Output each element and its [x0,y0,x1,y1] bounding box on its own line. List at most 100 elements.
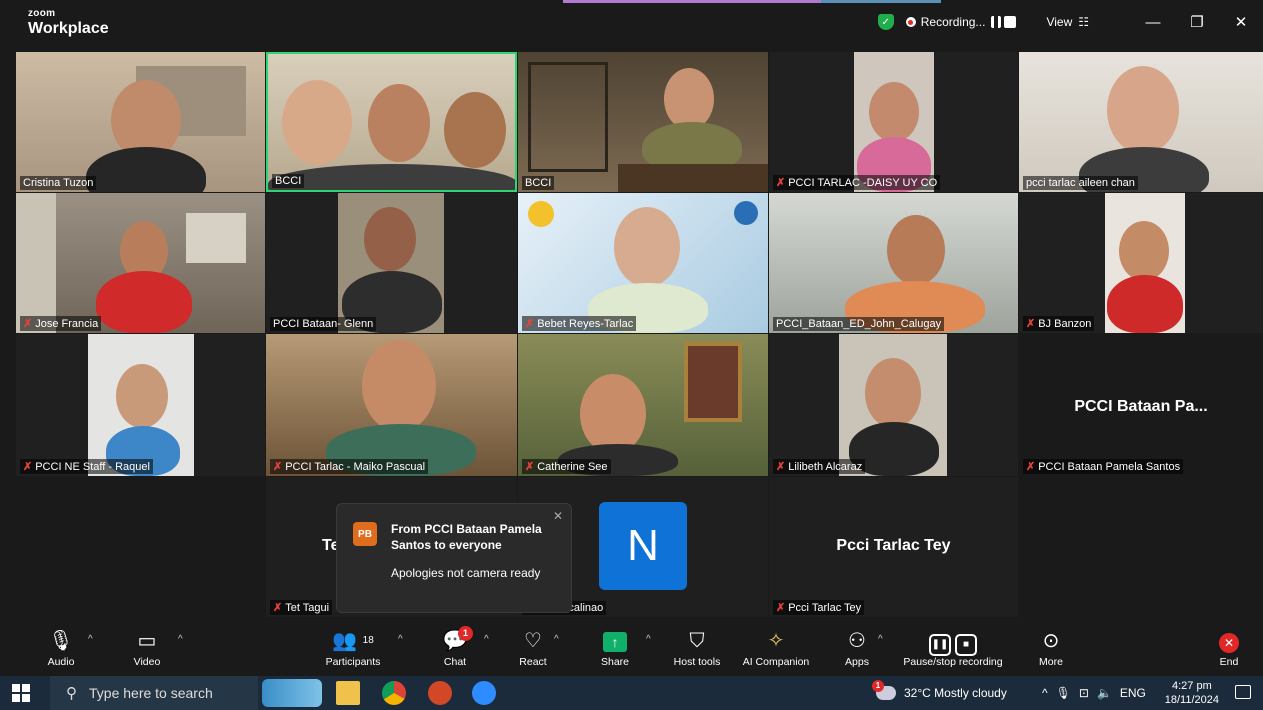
brand-bottom: Workplace [28,20,109,37]
encryption-shield-icon[interactable]: ✓ [877,14,894,30]
video-tile-active-speaker[interactable]: BCCI [266,52,517,192]
chat-notification-toast[interactable]: PB From PCCI Bataan Pamela Santos to eve… [336,503,572,613]
participant-name: BCCI [522,176,555,190]
participant-name: ✗ Pcci Tarlac Tey [773,600,865,615]
share-button[interactable]: ↑ ^ Share [570,628,660,668]
restore-button[interactable]: ❐ [1175,13,1219,31]
weather-widget[interactable]: 1 32°C Mostly cloudy [872,676,1007,710]
audio-button[interactable]: 🎙 ^ Audio [16,628,106,668]
apps-button[interactable]: ⚇ ^ Apps [812,628,902,668]
meeting-toolbar: 🎙 ^ Audio ▭ ^ Video 👥 18 ^ Participants … [0,622,1263,674]
recording-dot-icon [905,17,916,27]
zoom-app-icon[interactable] [472,681,496,705]
taskbar-clock[interactable]: 4:27 pm 18/11/2024 [1165,679,1219,707]
video-tile[interactable]: PCCI_Bataan_ED_John_Calugay [769,193,1018,333]
mic-muted-icon: ✗ [776,602,786,614]
powerpoint-icon[interactable] [428,681,452,705]
mic-muted-icon: ✗ [776,177,786,189]
host-tools-button[interactable]: ⛉ Host tools [652,628,742,668]
grid-icon[interactable]: ☷ [1078,15,1089,29]
ai-companion-button[interactable]: ✧ AI Companion [730,628,822,668]
network-icon[interactable]: ⊡ [1079,686,1089,700]
more-button[interactable]: ⊙ More [1006,628,1096,668]
language-indicator[interactable]: ENG [1120,686,1146,700]
chrome-icon[interactable] [382,681,406,705]
end-meeting-button[interactable]: ✕ End [1184,628,1263,668]
share-indicator-strip-2 [821,0,941,3]
audio-options-caret[interactable]: ^ [88,634,93,645]
weather-alert-badge: 1 [872,680,884,692]
brand-top: zoom [28,8,56,19]
recording-label[interactable]: Recording... [921,15,986,29]
mic-muted-icon: ✗ [776,461,786,473]
video-tile[interactable]: PCCI Bataan- Glenn [266,193,517,333]
mic-muted-icon: ✗ [273,461,283,473]
participant-name: PCCI Bataan- Glenn [270,317,377,331]
share-screen-icon: ↑ [603,632,627,652]
video-tile[interactable]: BCCI [518,52,768,192]
video-tile[interactable]: pcci tarlac aileen chan [1019,52,1263,192]
video-tile[interactable]: ✗ Lilibeth Alcaraz [769,334,1018,476]
video-tile[interactable]: ✗ PCCI TARLAC -DAISY UY CO [769,52,1018,192]
title-bar: zoom Workplace ✓ Recording... View ☷ — ❐… [0,0,1263,44]
file-explorer-icon[interactable] [336,681,360,705]
react-options-caret[interactable]: ^ [554,634,559,645]
participants-options-caret[interactable]: ^ [398,634,403,645]
chat-sender: From PCCI Bataan Pamela Santos to everyo… [391,522,542,552]
video-tile-no-video[interactable]: PCCI Bataan Pa... ✗ PCCI Bataan Pamela Sa… [1019,334,1263,476]
stop-recording-icon[interactable]: ■ [955,634,977,656]
pause-stop-recording-button[interactable]: ❚❚ ■ Pause/stop recording [892,628,1014,668]
mic-muted-icon: ✗ [23,461,33,473]
minimize-button[interactable]: — [1131,14,1175,31]
widget-wave-icon[interactable] [262,679,322,707]
react-button[interactable]: ♡ ^ React [488,628,578,668]
microphone-icon[interactable]: 🎙 [1056,686,1071,700]
mic-muted-icon: ✗ [525,461,535,473]
video-tile-no-video[interactable]: Pcci Tarlac Tey ✗ Pcci Tarlac Tey [769,477,1018,617]
chat-button[interactable]: 💬 1 ^ Chat [410,626,500,668]
windows-start-icon[interactable] [12,684,30,702]
participant-name: ✗ Jose Francia [20,316,102,331]
close-window-button[interactable]: ✕ [1219,13,1263,31]
heart-icon: ♡ [524,630,542,652]
chevron-up-icon[interactable]: ^ [1042,686,1048,700]
view-button[interactable]: View [1046,15,1072,29]
participant-name: ✗ PCCI Tarlac - Maiko Pascual [270,459,429,474]
system-tray: ^ 🎙 ⊡ 🔈 ENG [1042,676,1146,710]
cloud-icon: 1 [872,680,896,700]
participant-name: ✗ PCCI TARLAC -DAISY UY CO [773,175,941,190]
close-toast-button[interactable]: ✕ [553,509,563,523]
recording-stop-icon[interactable] [1004,16,1017,28]
participant-name: ✗ Tet Tagui [270,600,333,615]
video-tile[interactable]: ✗ PCCI NE Staff - Raquel [16,334,265,476]
video-tile[interactable]: ✗ BJ Banzon [1019,193,1263,333]
mic-muted-icon: ✗ [1026,318,1036,330]
participant-name: ✗ Catherine See [522,459,611,474]
participants-button[interactable]: 👥 18 ^ Participants [308,628,403,668]
participant-name: ✗ Lilibeth Alcaraz [773,459,866,474]
video-tile[interactable]: Cristina Tuzon [16,52,265,192]
participants-count: 18 [362,635,374,646]
video-tile[interactable]: ✗ Catherine See [518,334,768,476]
pause-recording-icon[interactable]: ❚❚ [929,634,951,656]
apps-icon: ⚇ [848,630,866,652]
apps-options-caret[interactable]: ^ [878,634,883,645]
video-tile[interactable]: ✗ Bebet Reyes-Tarlac [518,193,768,333]
windows-taskbar: ⚲ Type here to search 1 32°C Mostly clou… [0,676,1263,710]
participants-icon: 👥 18 [332,630,374,652]
mic-muted-icon: ✗ [1026,461,1036,473]
recording-pause-icon[interactable] [991,16,1002,28]
zoom-window: zoom Workplace ✓ Recording... View ☷ — ❐… [0,0,1263,710]
video-tile[interactable]: ✗ Jose Francia [16,193,265,333]
video-options-caret[interactable]: ^ [178,634,183,645]
notification-icon[interactable] [1235,685,1251,699]
video-tile[interactable]: ✗ PCCI Tarlac - Maiko Pascual [266,334,517,476]
volume-icon[interactable]: 🔈 [1097,686,1112,700]
taskbar-search[interactable]: ⚲ Type here to search [50,676,258,710]
search-placeholder: Type here to search [89,685,213,701]
share-options-caret[interactable]: ^ [646,634,651,645]
participant-display-name: Pcci Tarlac Tey [836,537,951,554]
participant-name: BCCI [272,174,305,188]
video-button[interactable]: ▭ ^ Video [102,628,192,668]
avatar: N [599,502,687,590]
